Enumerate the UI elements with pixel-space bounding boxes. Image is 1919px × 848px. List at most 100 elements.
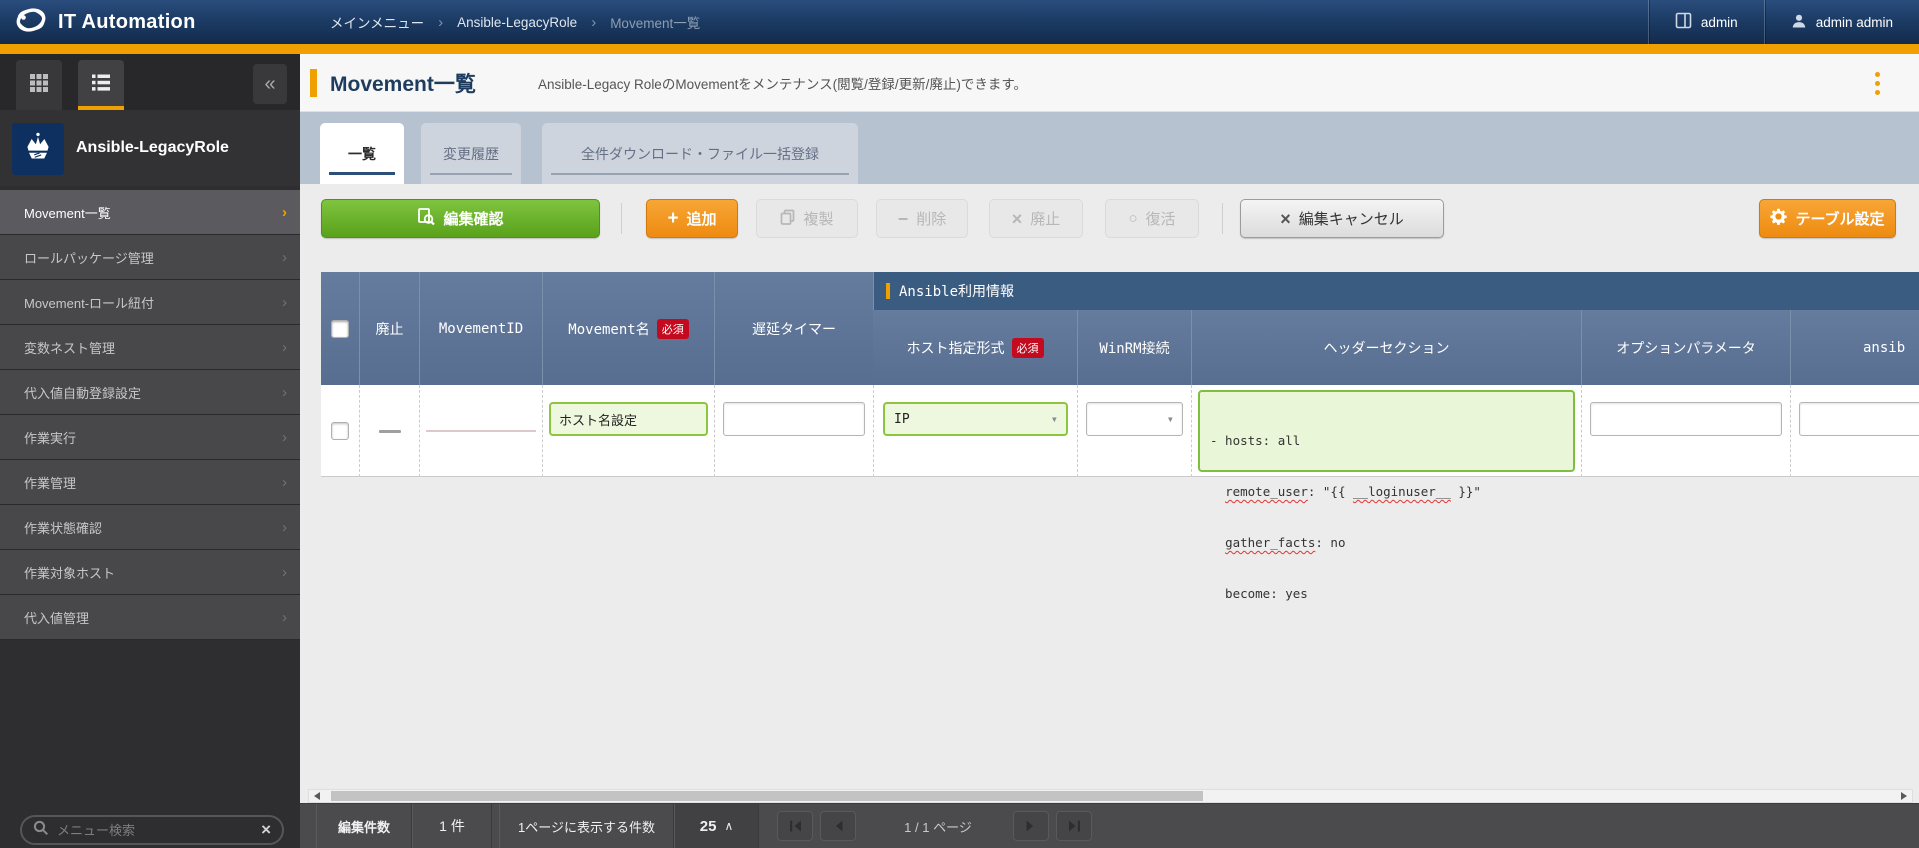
- restore-button: ○ 復活: [1105, 199, 1199, 238]
- first-page-button[interactable]: [777, 811, 813, 841]
- last-page-button[interactable]: [1056, 811, 1092, 841]
- table-row: IP ▾ ▾ - hosts: all remote_user: "{{ __l…: [321, 385, 1919, 477]
- row-header-section-cell: - hosts: all remote_user: "{{ __loginuse…: [1191, 385, 1581, 477]
- button-label: テーブル設定: [1795, 208, 1884, 229]
- chevron-up-icon: ∧: [724, 819, 733, 833]
- code-line: - hosts: all: [1210, 432, 1563, 449]
- per-page-select[interactable]: 25 ∧: [674, 804, 759, 848]
- chevron-right-icon: ›: [282, 429, 287, 446]
- tab-download-upload[interactable]: 全件ダウンロード・ファイル一括登録: [542, 123, 858, 184]
- sidebar-item-movement-role-link[interactable]: Movement-ロール紐付 ›: [0, 280, 300, 325]
- breadcrumb: メインメニュー › Ansible-LegacyRole › Movement一…: [330, 0, 700, 44]
- duplicate-button: 複製: [756, 199, 858, 238]
- row-select-cell: [321, 385, 359, 477]
- edit-count-label: 編集件数: [316, 804, 412, 848]
- clear-search-icon[interactable]: ×: [261, 820, 271, 840]
- button-label: 復活: [1146, 208, 1176, 229]
- host-format-select[interactable]: IP ▾: [883, 402, 1068, 436]
- discard-empty-dash: [379, 430, 401, 433]
- breadcrumb-main-menu[interactable]: メインメニュー: [330, 12, 424, 32]
- scroll-right-icon[interactable]: [1901, 792, 1907, 800]
- admin-menu-label: admin: [1701, 15, 1738, 30]
- sidebar-item-operation-manage[interactable]: 作業管理 ›: [0, 460, 300, 505]
- sidebar-item-substitution-auto[interactable]: 代入値自動登録設定 ›: [0, 370, 300, 415]
- tab-change-history[interactable]: 変更履歴: [421, 123, 521, 184]
- movement-id-placeholder-line: [426, 430, 536, 432]
- title-accent-bar: [310, 69, 317, 97]
- sidebar-item-role-package[interactable]: ロールパッケージ管理 ›: [0, 235, 300, 280]
- column-header-winrm: WinRM接続: [1077, 310, 1191, 385]
- select-all-checkbox[interactable]: [331, 320, 349, 338]
- chevron-right-icon: ›: [282, 474, 287, 491]
- tab-list[interactable]: 一覧: [320, 123, 404, 184]
- scroll-left-icon[interactable]: [314, 792, 320, 800]
- it-automation-logo-icon: [14, 5, 48, 40]
- delay-timer-input[interactable]: [723, 402, 865, 436]
- sidebar-item-label: 作業管理: [24, 473, 76, 492]
- breadcrumb-workspace[interactable]: Ansible-LegacyRole: [457, 15, 577, 30]
- header-section-editor[interactable]: - hosts: all remote_user: "{{ __loginuse…: [1198, 390, 1575, 472]
- ansible-extra-input[interactable]: [1799, 402, 1919, 436]
- admin-menu-button[interactable]: admin: [1648, 0, 1764, 44]
- row-select-checkbox[interactable]: [331, 422, 349, 440]
- breadcrumb-current-page: Movement一覧: [610, 12, 700, 32]
- column-label: ansib: [1863, 340, 1905, 356]
- sidebar-item-label: 作業実行: [24, 428, 76, 447]
- chevron-right-icon: ›: [282, 294, 287, 311]
- edit-cancel-button[interactable]: × 編集キャンセル: [1240, 199, 1444, 238]
- sidebar-item-execute[interactable]: 作業実行 ›: [0, 415, 300, 460]
- table-settings-button[interactable]: テーブル設定: [1759, 199, 1896, 238]
- scrollbar-thumb[interactable]: [331, 791, 1203, 801]
- sidebar-item-substitution-value[interactable]: 代入値管理 ›: [0, 595, 300, 640]
- add-button[interactable]: + 追加: [646, 199, 738, 238]
- edit-confirm-button[interactable]: 編集確認: [321, 199, 600, 238]
- delete-button: − 削除: [876, 199, 968, 238]
- next-page-button[interactable]: [1013, 811, 1049, 841]
- list-view-tab[interactable]: [78, 60, 124, 110]
- x-icon: ×: [1280, 210, 1291, 228]
- row-delay-timer-cell: [714, 385, 873, 477]
- row-ansible-extra-cell: [1790, 385, 1919, 477]
- per-page-value: 25: [700, 818, 717, 835]
- required-badge: 必須: [1012, 338, 1044, 358]
- movement-name-input[interactable]: [549, 402, 708, 436]
- group-label: Ansible利用情報: [899, 281, 1014, 301]
- pagination: 1 / 1 ページ: [777, 811, 1099, 841]
- sidebar-item-label: 変数ネスト管理: [24, 338, 115, 357]
- sidebar-item-operation-status[interactable]: 作業状態確認 ›: [0, 505, 300, 550]
- selected-value: IP: [894, 412, 910, 427]
- sidebar-item-target-host[interactable]: 作業対象ホスト ›: [0, 550, 300, 595]
- option-params-input[interactable]: [1590, 402, 1782, 436]
- copy-icon: [780, 209, 795, 229]
- code-line: remote_user: "{{ __loginuser__ }}": [1210, 483, 1563, 500]
- sidebar-item-label: ロールパッケージ管理: [24, 248, 154, 267]
- button-label: 複製: [803, 208, 833, 229]
- user-profile-button[interactable]: admin admin: [1764, 0, 1919, 44]
- sidebar-item-variable-nest[interactable]: 変数ネスト管理 ›: [0, 325, 300, 370]
- sidebar-item-label: 代入値管理: [24, 608, 89, 627]
- chevron-right-icon: ›: [282, 609, 287, 626]
- column-label: ホスト指定形式: [907, 338, 1005, 358]
- sidebar: « Ansible-LegacyRole Movement一覧 › ロールパッケ…: [0, 54, 300, 848]
- column-label: WinRM接続: [1099, 338, 1169, 358]
- sidebar-item-label: 代入値自動登録設定: [24, 383, 141, 402]
- sidebar-item-movement-list[interactable]: Movement一覧 ›: [0, 190, 300, 235]
- column-label: オプションパラメータ: [1616, 338, 1756, 358]
- app-logo[interactable]: IT Automation: [14, 0, 196, 44]
- required-badge: 必須: [657, 319, 689, 339]
- menu-search-input[interactable]: [57, 823, 253, 838]
- toolbar-divider: [1222, 203, 1223, 234]
- circle-icon: ○: [1128, 211, 1137, 226]
- row-movement-name-cell: [542, 385, 714, 477]
- winrm-select[interactable]: ▾: [1086, 402, 1183, 436]
- grid-view-tab[interactable]: [16, 60, 62, 110]
- main-content: 編集確認 + 追加 複製 − 削除 × 廃止 ○ 復活: [300, 184, 1919, 803]
- column-header-host-format: ホスト指定形式 必須: [873, 310, 1077, 385]
- button-label: 削除: [916, 208, 946, 229]
- sidebar-collapse-button[interactable]: «: [253, 64, 287, 104]
- app-window: IT Automation メインメニュー › Ansible-LegacyRo…: [0, 0, 1919, 848]
- prev-page-button[interactable]: [820, 811, 856, 841]
- kebab-menu-icon[interactable]: [1867, 68, 1887, 98]
- last-page-icon: [1068, 820, 1081, 832]
- code-line: gather_facts: no: [1210, 534, 1563, 551]
